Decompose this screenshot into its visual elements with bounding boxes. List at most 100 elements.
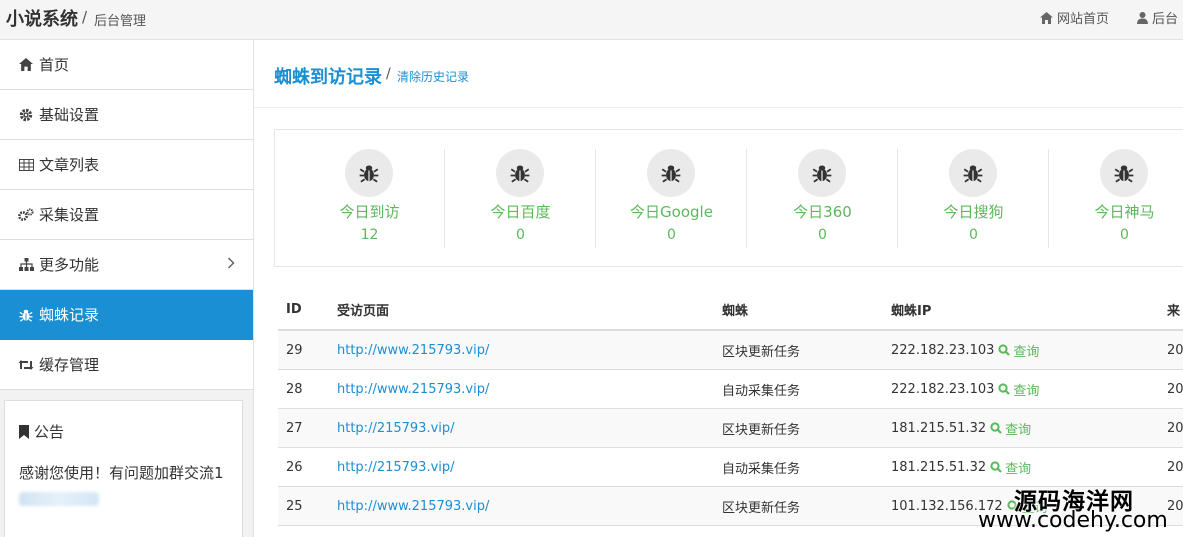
sidebar-item-more-features[interactable]: 更多功能: [0, 240, 253, 290]
row-spider: 自动采集任务: [722, 461, 801, 477]
stat-today-shenma: 今日神马 0: [1030, 130, 1181, 268]
row-url-link[interactable]: http://www.215793.vip/: [337, 343, 489, 358]
row-spider: 自动采集任务: [722, 383, 801, 399]
sidebar-item-collect-settings[interactable]: 采集设置: [0, 190, 253, 240]
ip-query-link[interactable]: 查询: [998, 380, 1039, 399]
notice-text: 感谢您使用！有问题加群交流1: [19, 461, 234, 511]
row-id: 26: [286, 459, 303, 475]
sidebar-item-spider-records[interactable]: 蜘蛛记录: [0, 290, 253, 340]
gear-icon: [18, 107, 34, 123]
sitemap-icon: [18, 257, 34, 273]
site-home-label: 网站首页: [1057, 12, 1110, 27]
notice-title-text: 公告: [34, 423, 65, 441]
bug-icon: [345, 149, 393, 197]
column-header-spider: 蜘蛛: [722, 304, 749, 319]
table-row: 29 http://www.215793.vip/ 区块更新任务 222.182…: [278, 331, 1183, 370]
watermark: 源码海洋网 www.codehy.com: [974, 482, 1183, 537]
row-url-link[interactable]: http://215793.vip/: [337, 421, 455, 436]
bug-icon: [949, 149, 997, 197]
ip-query-link[interactable]: 查询: [998, 341, 1039, 360]
row-time: 20: [1167, 381, 1183, 397]
column-header-page: 受访页面: [337, 304, 390, 319]
table-row: 28 http://www.215793.vip/ 自动采集任务 222.182…: [278, 370, 1183, 409]
brand-separator: /: [82, 8, 88, 26]
sidebar-item-label: 更多功能: [39, 256, 100, 274]
home-icon: [18, 57, 34, 73]
stat-today-360: 今日360 0: [728, 130, 898, 268]
stat-today-google: 今日Google 0: [577, 130, 747, 268]
row-ip: 181.215.51.32: [891, 459, 987, 475]
admin-user-label: 后台: [1152, 12, 1179, 27]
column-header-ip: 蜘蛛IP: [891, 304, 932, 319]
brand-subtitle: 后台管理: [94, 14, 147, 29]
sidebar-item-label: 首页: [39, 56, 70, 74]
bug-icon: [496, 149, 544, 197]
bug-icon: [798, 149, 846, 197]
sidebar-item-label: 蜘蛛记录: [39, 306, 100, 324]
row-ip: 181.215.51.32: [891, 420, 987, 436]
row-ip: 222.182.23.103: [891, 342, 995, 358]
row-time: 20: [1167, 420, 1183, 436]
sidebar-item-label: 缓存管理: [39, 356, 100, 374]
column-header-time: 来: [1167, 304, 1181, 319]
bug-icon: [1100, 149, 1148, 197]
main-content: 蜘蛛到访记录 / 清除历史记录 今日到访 12 今日百度 0 今日Google …: [254, 40, 1183, 537]
clear-history-link[interactable]: 清除历史记录: [397, 68, 469, 85]
stats-panel: 今日到访 12 今日百度 0 今日Google 0 今日360 0 今日搜狗 0: [274, 129, 1183, 267]
bug-icon: [18, 307, 34, 323]
search-icon: [990, 461, 1002, 473]
row-url-link[interactable]: http://215793.vip/: [337, 460, 455, 475]
search-icon: [998, 383, 1011, 395]
retweet-icon: [18, 357, 34, 373]
stat-today-visits: 今日到访 12: [275, 130, 445, 268]
query-label: 查询: [1005, 422, 1032, 438]
row-spider: 区块更新任务: [722, 500, 801, 516]
row-spider: 区块更新任务: [722, 344, 801, 360]
bookmark-icon: [19, 424, 29, 439]
row-time: 20: [1167, 342, 1183, 358]
gears-icon: [18, 207, 34, 223]
user-icon: [1137, 11, 1148, 24]
sidebar: 首页 基础设置 文章列表 采集设置 更多功能 蜘蛛记录 缓存管理 公告 感谢您使…: [0, 40, 254, 537]
notice-body: 感谢您使用！有问题加群交流1: [19, 464, 224, 482]
row-id: 28: [286, 381, 303, 397]
page-title: 蜘蛛到访记录: [274, 67, 382, 88]
row-id: 27: [286, 420, 303, 436]
ip-query-link[interactable]: 查询: [990, 458, 1031, 477]
table-header: ID 受访页面 蜘蛛 蜘蛛IP 来: [278, 290, 1183, 331]
row-id: 29: [286, 342, 303, 358]
query-label: 查询: [1013, 383, 1040, 399]
query-label: 查询: [1005, 461, 1032, 477]
chevron-right-icon: [227, 257, 235, 269]
brand-title[interactable]: 小说系统: [6, 5, 78, 31]
stat-today-baidu: 今日百度 0: [426, 130, 596, 268]
site-home-link[interactable]: 网站首页: [1040, 8, 1109, 27]
sidebar-item-cache-management[interactable]: 缓存管理: [0, 340, 253, 390]
search-icon: [990, 422, 1002, 434]
sidebar-item-label: 文章列表: [39, 156, 100, 174]
column-header-id: ID: [286, 302, 302, 317]
notice-title: 公告: [19, 421, 64, 442]
row-url-link[interactable]: http://www.215793.vip/: [337, 499, 489, 514]
sidebar-item-label: 基础设置: [39, 106, 100, 124]
admin-user-link[interactable]: 后台: [1137, 8, 1178, 27]
row-id: 25: [286, 498, 303, 514]
sidebar-item-home[interactable]: 首页: [0, 40, 253, 90]
sidebar-item-article-list[interactable]: 文章列表: [0, 140, 253, 190]
search-icon: [998, 344, 1011, 356]
query-label: 查询: [1013, 344, 1040, 360]
page-header: 蜘蛛到访记录 / 清除历史记录: [254, 40, 1183, 108]
row-url-link[interactable]: http://www.215793.vip/: [337, 382, 489, 397]
blurred-group-number: [19, 491, 99, 506]
top-bar: 小说系统 / 后台管理 网站首页 后台: [0, 0, 1183, 40]
ip-query-link[interactable]: 查询: [990, 419, 1031, 438]
stat-today-sogou: 今日搜狗 0: [879, 130, 1049, 268]
sidebar-item-basic-settings[interactable]: 基础设置: [0, 90, 253, 140]
stat-label: 今日神马: [1094, 203, 1155, 221]
page-title-separator: /: [386, 66, 391, 82]
table-row: 27 http://215793.vip/ 区块更新任务 181.215.51.…: [278, 409, 1183, 448]
row-spider: 区块更新任务: [722, 422, 801, 438]
stat-value: 0: [1120, 227, 1129, 243]
table-icon: [18, 157, 34, 173]
bug-icon: [647, 149, 695, 197]
